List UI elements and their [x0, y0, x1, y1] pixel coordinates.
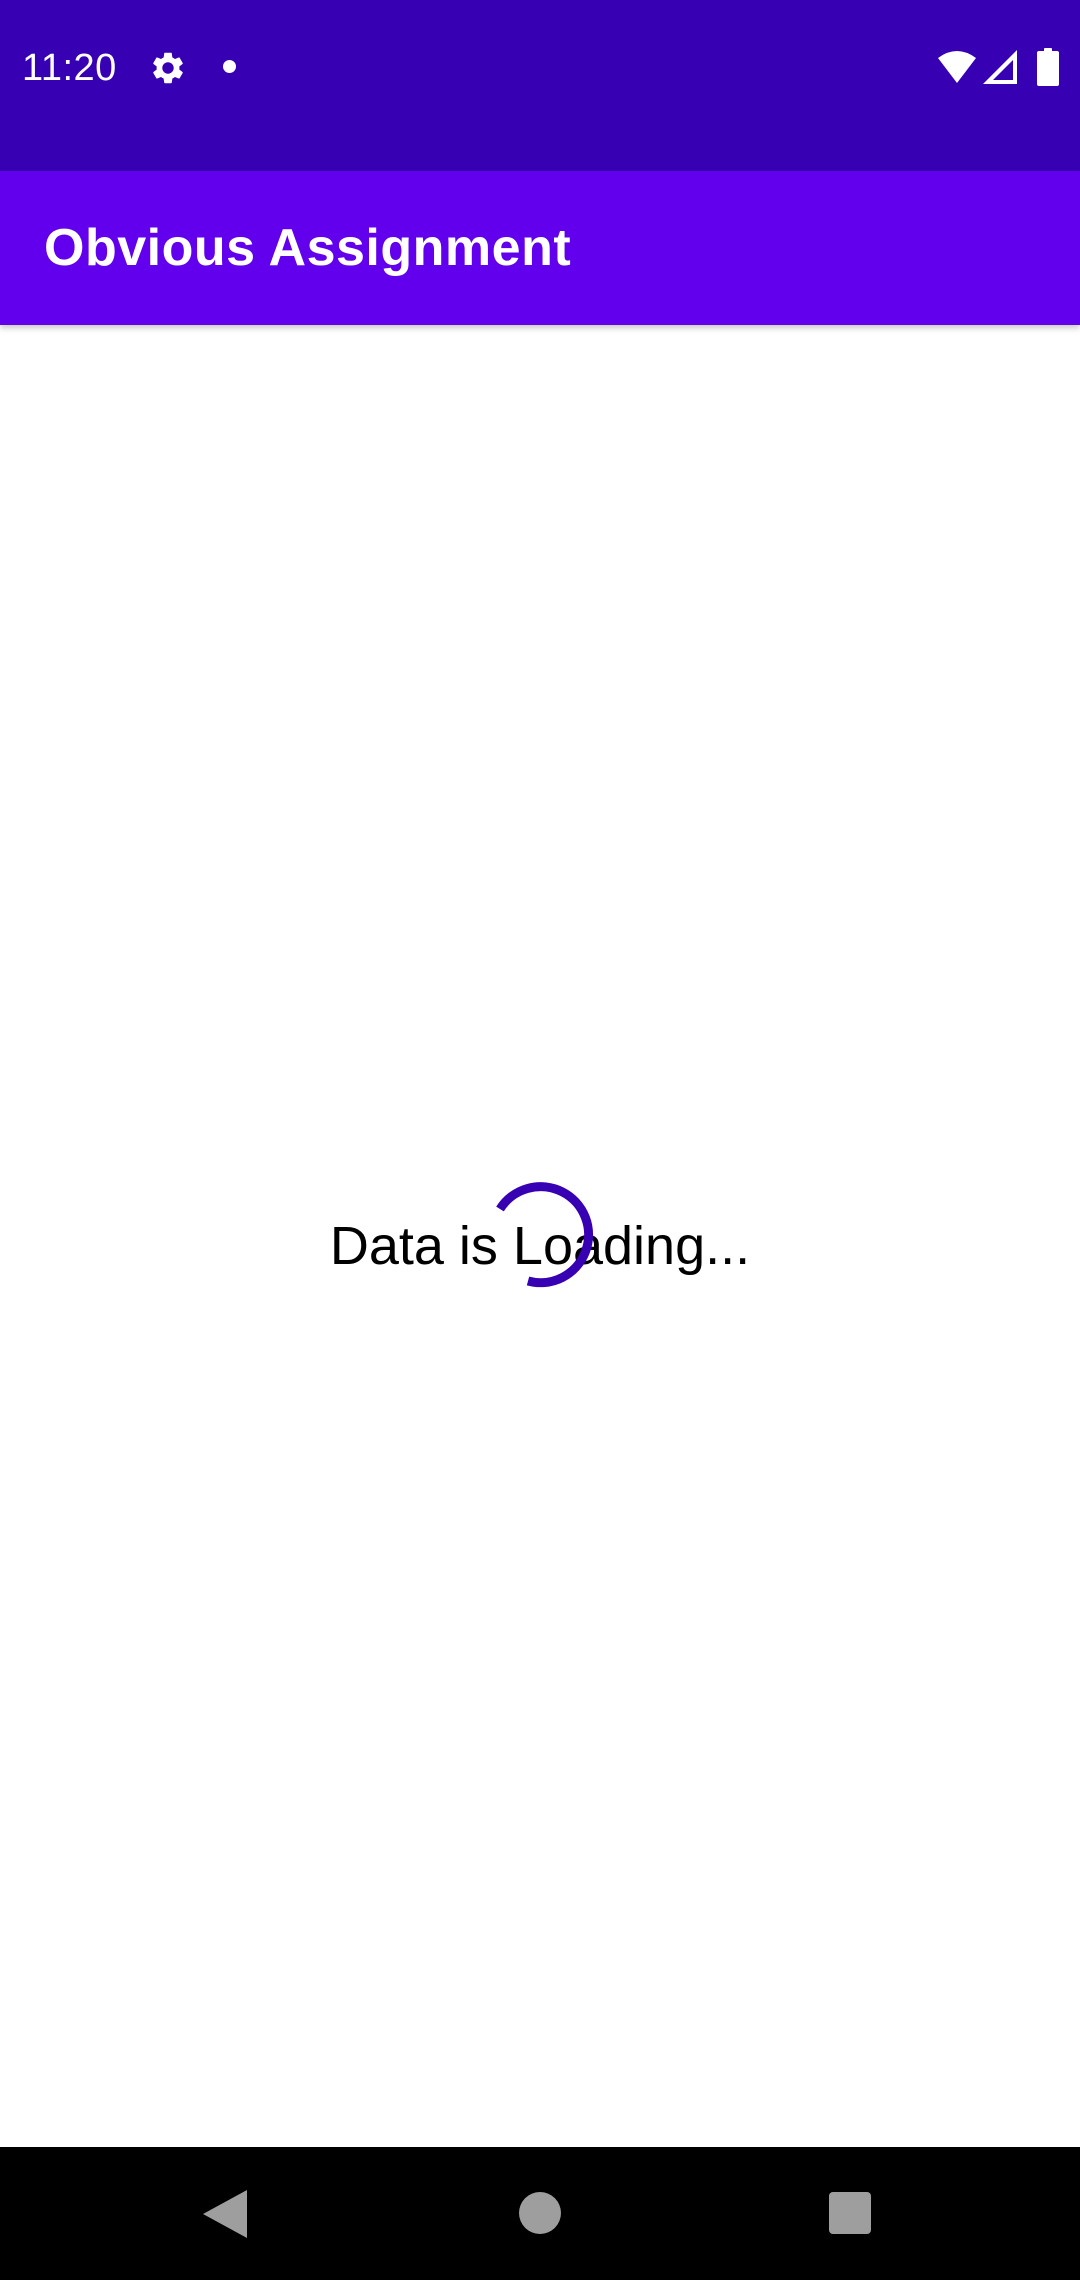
home-icon[interactable] [519, 2192, 561, 2234]
gear-icon [153, 52, 183, 84]
loading-spinner-icon [496, 1182, 594, 1288]
wifi-icon [938, 51, 976, 83]
app-bar: Obvious Assignment [0, 171, 1080, 325]
app-title: Obvious Assignment [44, 219, 572, 277]
signal-icon [983, 50, 1017, 84]
notification-dot-icon [223, 60, 236, 73]
status-time: 11:20 [22, 47, 117, 89]
back-icon[interactable] [203, 2190, 247, 2238]
status-bar: 11:20 [0, 0, 1080, 171]
battery-icon [1037, 48, 1059, 86]
main-content: Data is Loading... [0, 325, 1080, 2147]
recents-icon[interactable] [829, 2192, 871, 2234]
nav-bar [0, 2147, 1080, 2280]
